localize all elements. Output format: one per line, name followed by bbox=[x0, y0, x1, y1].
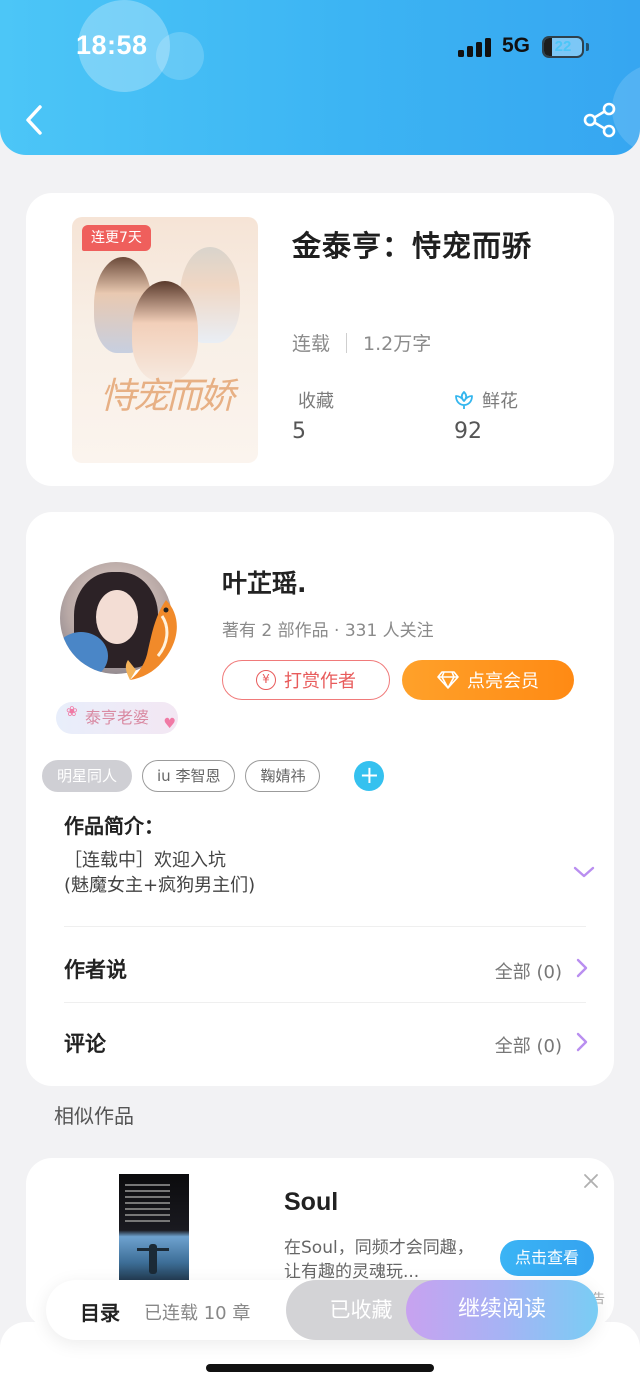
tip-author-label: 打赏作者 bbox=[284, 671, 356, 692]
favorites-label: 收藏 bbox=[298, 391, 334, 412]
tag-item[interactable]: iu 李智恩 bbox=[142, 760, 236, 792]
favorites-count: 5 bbox=[292, 419, 306, 444]
chapter-progress: 已连载 10 章 bbox=[144, 1303, 251, 1324]
continue-reading-button[interactable]: 继续阅读 bbox=[406, 1280, 598, 1340]
tip-author-button[interactable]: ¥ 打赏作者 bbox=[222, 660, 390, 700]
intro-title: 作品简介： bbox=[64, 814, 164, 838]
comments-count: 全部 (0) bbox=[494, 1036, 562, 1057]
author-stats: 著有 2 部作品 · 331 人关注 bbox=[222, 621, 434, 641]
word-count: 1.2万字 bbox=[363, 333, 432, 355]
home-indicator bbox=[206, 1364, 434, 1372]
chevron-right-icon bbox=[576, 1032, 588, 1052]
intro-text: ［连载中］欢迎入坑 (魅魔女主+疯狗男主们) bbox=[64, 850, 256, 896]
ad-image bbox=[119, 1174, 189, 1282]
author-says-row[interactable]: 作者说 全部 (0) bbox=[26, 938, 614, 998]
tag-list: 明星同人 iu 李智恩 鞠婧祎 + bbox=[42, 760, 385, 792]
book-cover[interactable]: 恃宠而娇 连更7天 bbox=[72, 217, 258, 463]
cover-figure bbox=[132, 281, 198, 381]
similar-works-title: 相似作品 bbox=[54, 1104, 134, 1128]
bow-icon: ❀ bbox=[66, 704, 78, 720]
app-header: 18:58 5G 22 bbox=[0, 0, 640, 155]
divider bbox=[64, 926, 586, 927]
comments-label: 评论 bbox=[64, 1032, 106, 1056]
author-card: 泰亨老婆 ❀ ♥ 叶芷瑶. 著有 2 部作品 · 331 人关注 ¥ 打赏作者 … bbox=[26, 512, 614, 1086]
book-meta: 连载 1.2万字 bbox=[292, 329, 431, 356]
share-button[interactable] bbox=[582, 102, 618, 138]
ad-cta-button[interactable]: 点击查看 bbox=[500, 1240, 594, 1276]
flowers-label: 鲜花 bbox=[482, 391, 518, 412]
decor-bubble bbox=[156, 32, 204, 80]
book-info-card: 恃宠而娇 连更7天 金泰亨：恃宠而骄 连载 1.2万字 收藏 5 鲜花 92 bbox=[26, 193, 614, 486]
author-says-count: 全部 (0) bbox=[494, 962, 562, 983]
update-streak-badge: 连更7天 bbox=[82, 225, 151, 251]
battery-level: 22 bbox=[554, 38, 572, 55]
toc-button[interactable]: 目录 bbox=[80, 1297, 120, 1326]
diamond-icon bbox=[437, 671, 459, 689]
ad-description: 在Soul，同频才会同趣，让有趣的灵魂玩... bbox=[284, 1238, 474, 1282]
comments-row[interactable]: 评论 全部 (0) bbox=[26, 1012, 614, 1072]
flower-icon bbox=[455, 391, 473, 409]
koi-frame-icon bbox=[125, 600, 177, 680]
book-status: 连载 bbox=[292, 333, 331, 355]
network-type: 5G bbox=[502, 34, 531, 57]
book-title: 金泰亨：恃宠而骄 bbox=[292, 229, 533, 263]
author-fan-badge: 泰亨老婆 ❀ ♥ bbox=[56, 702, 178, 734]
battery-tip bbox=[586, 43, 589, 51]
author-name[interactable]: 叶芷瑶. bbox=[222, 564, 307, 600]
coin-icon: ¥ bbox=[256, 670, 276, 690]
meta-divider bbox=[346, 332, 348, 353]
vip-label: 点亮会员 bbox=[467, 671, 539, 692]
status-time: 18:58 bbox=[76, 30, 148, 60]
share-icon bbox=[583, 102, 616, 138]
close-icon[interactable] bbox=[582, 1172, 600, 1190]
ad-image-figure bbox=[149, 1244, 157, 1274]
chevron-left-icon bbox=[26, 105, 42, 135]
vip-button[interactable]: 点亮会员 bbox=[402, 660, 574, 700]
badge-label: 泰亨老婆 bbox=[84, 708, 149, 727]
ad-title: Soul bbox=[284, 1188, 339, 1216]
chevron-down-icon[interactable] bbox=[572, 864, 596, 880]
back-button[interactable] bbox=[20, 100, 52, 140]
tag-category[interactable]: 明星同人 bbox=[42, 760, 133, 792]
tag-item[interactable]: 鞠婧祎 bbox=[245, 760, 321, 792]
flowers-stat[interactable]: 鲜花 bbox=[452, 387, 518, 413]
battery-icon: 22 bbox=[542, 36, 584, 58]
add-tag-button[interactable]: + bbox=[354, 761, 385, 791]
author-says-label: 作者说 bbox=[64, 958, 127, 982]
signal-icon bbox=[458, 37, 492, 57]
ad-image-list bbox=[125, 1180, 181, 1226]
cover-title-art: 恃宠而娇 bbox=[99, 376, 235, 417]
chevron-right-icon bbox=[576, 958, 588, 978]
bottom-action-bar: 目录 已连载 10 章 已收藏 继续阅读 bbox=[46, 1280, 598, 1340]
flowers-count: 92 bbox=[454, 419, 482, 444]
divider bbox=[64, 1002, 586, 1003]
heart-icon: ♥ bbox=[163, 716, 176, 732]
